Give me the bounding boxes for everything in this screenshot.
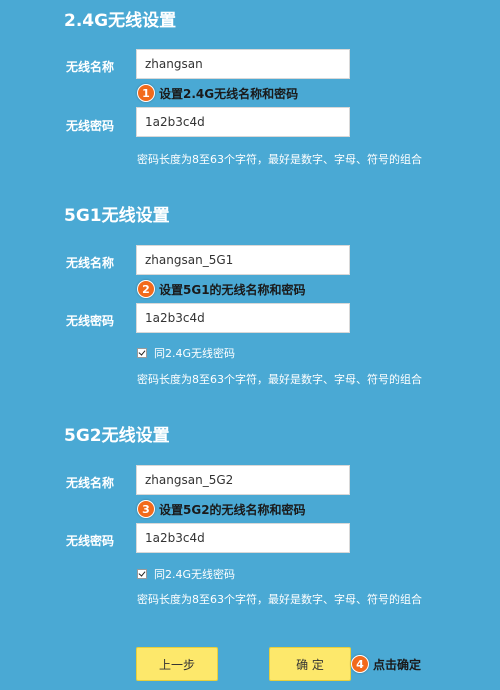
annotation-text-confirm: 点击确定: [373, 657, 422, 672]
step-badge-2: 2: [137, 280, 155, 298]
ssid-input-5g1[interactable]: [136, 245, 350, 275]
password-input-2g[interactable]: [136, 107, 350, 137]
same-password-row-5g1[interactable]: 同2.4G无线密码: [137, 345, 235, 361]
password-hint-5g2: 密码长度为8至63个字符，最好是数字、字母、符号的组合: [137, 593, 422, 606]
ssid-label-5g1: 无线名称: [66, 256, 115, 270]
ssid-label-2g: 无线名称: [66, 60, 115, 74]
same-password-row-5g2[interactable]: 同2.4G无线密码: [137, 566, 235, 582]
ssid-input-5g2[interactable]: [136, 465, 350, 495]
password-input-5g2[interactable]: [136, 523, 350, 553]
annotation-text-5g2: 设置5G2的无线名称和密码: [159, 502, 306, 517]
section-title-5g2: 5G2无线设置: [64, 426, 170, 446]
password-hint-2g: 密码长度为8至63个字符，最好是数字、字母、符号的组合: [137, 153, 422, 166]
annotation-text-2g: 设置2.4G无线名称和密码: [159, 86, 299, 101]
section-title-2g: 2.4G无线设置: [64, 11, 177, 31]
password-label-2g: 无线密码: [66, 119, 115, 133]
ssid-input-2g[interactable]: [136, 49, 350, 79]
annotation-text-5g1: 设置5G1的无线名称和密码: [159, 282, 306, 297]
same-password-checkbox-5g2[interactable]: [137, 569, 147, 579]
step-badge-4: 4: [351, 655, 369, 673]
password-hint-5g1: 密码长度为8至63个字符，最好是数字、字母、符号的组合: [137, 373, 422, 386]
same-password-checkbox-5g1[interactable]: [137, 348, 147, 358]
password-label-5g2: 无线密码: [66, 534, 115, 548]
annotation-5g2: 3 设置5G2的无线名称和密码: [137, 500, 306, 518]
password-label-5g1: 无线密码: [66, 314, 115, 328]
prev-button[interactable]: 上一步: [136, 647, 218, 681]
same-password-label-5g2: 同2.4G无线密码: [154, 568, 236, 581]
annotation-confirm: 4 点击确定: [351, 655, 421, 673]
step-badge-3: 3: [137, 500, 155, 518]
section-title-5g1: 5G1无线设置: [64, 206, 170, 226]
annotation-5g1: 2 设置5G1的无线名称和密码: [137, 280, 306, 298]
password-input-5g1[interactable]: [136, 303, 350, 333]
confirm-button[interactable]: 确 定: [269, 647, 351, 681]
annotation-2g: 1 设置2.4G无线名称和密码: [137, 84, 298, 102]
ssid-label-5g2: 无线名称: [66, 476, 115, 490]
step-badge-1: 1: [137, 84, 155, 102]
same-password-label-5g1: 同2.4G无线密码: [154, 347, 236, 360]
